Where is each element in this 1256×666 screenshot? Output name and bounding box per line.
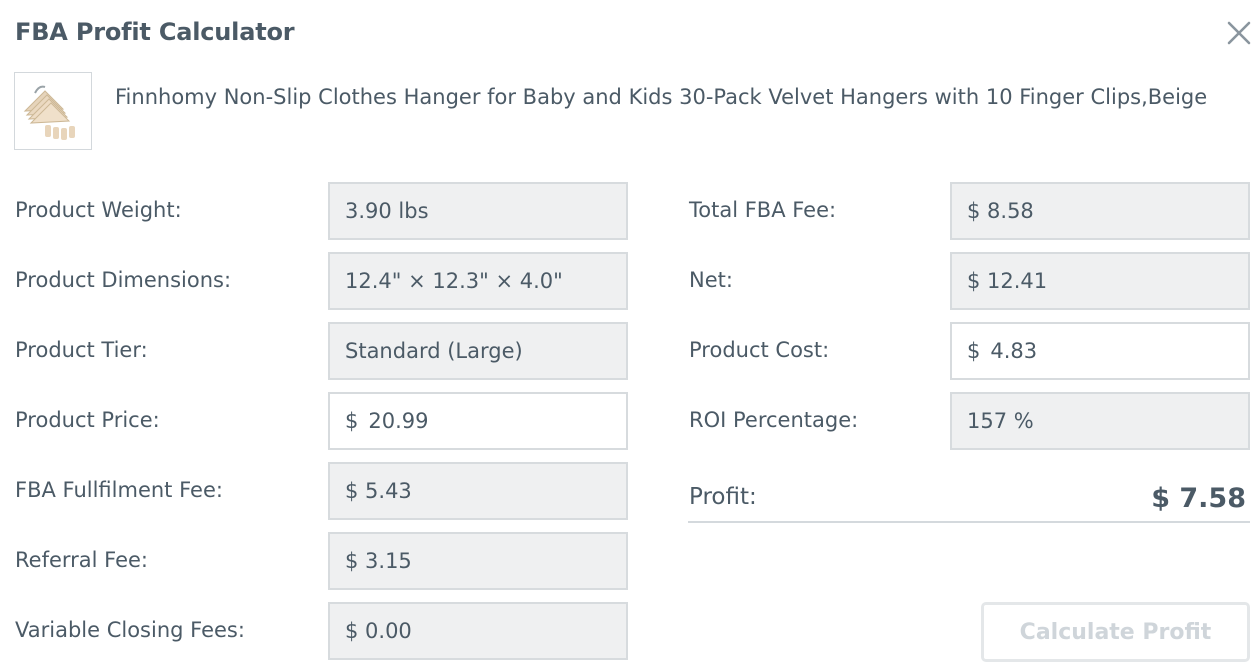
- product-cost-value[interactable]: 4.83: [990, 339, 1037, 363]
- profit-value: $ 7.58: [1151, 483, 1246, 514]
- fba-fulfilment-fee-field: $ 5.43: [328, 462, 628, 520]
- close-button[interactable]: [1226, 20, 1252, 46]
- referral-fee-field: $ 3.15: [328, 532, 628, 590]
- product-thumbnail[interactable]: [14, 72, 92, 150]
- roi-percentage-field: 157 %: [950, 392, 1250, 450]
- fba-fulfilment-fee-label: FBA Fullfilment Fee:: [15, 478, 223, 502]
- product-price-label: Product Price:: [15, 408, 160, 432]
- close-icon: [1227, 21, 1251, 45]
- currency-symbol: $: [967, 339, 981, 363]
- profit-label: Profit:: [689, 484, 757, 510]
- variable-closing-fees-field: $ 0.00: [328, 602, 628, 660]
- product-price-value[interactable]: 20.99: [368, 409, 428, 433]
- product-weight-value: 3.90 lbs: [345, 199, 429, 223]
- product-cost-label: Product Cost:: [689, 338, 830, 362]
- variable-closing-fees-label: Variable Closing Fees:: [15, 618, 245, 642]
- product-weight-field: 3.90 lbs: [328, 182, 628, 240]
- product-dimensions-value: 12.4" × 12.3" × 4.0": [345, 269, 563, 293]
- referral-fee-value: $ 3.15: [345, 549, 412, 573]
- product-tier-label: Product Tier:: [15, 338, 148, 362]
- fba-fulfilment-fee-value: $ 5.43: [345, 479, 412, 503]
- total-fba-fee-value: $ 8.58: [967, 199, 1034, 223]
- net-label: Net:: [689, 268, 733, 292]
- product-cost-input[interactable]: $ 4.83: [950, 322, 1250, 380]
- hanger-product-image: [15, 73, 91, 149]
- profit-divider: [688, 521, 1250, 523]
- total-fba-fee-field: $ 8.58: [950, 182, 1250, 240]
- roi-percentage-value: 157 %: [967, 409, 1034, 433]
- product-weight-label: Product Weight:: [15, 198, 182, 222]
- product-title: Finnhomy Non-Slip Clothes Hanger for Bab…: [115, 85, 1208, 109]
- product-dimensions-field: 12.4" × 12.3" × 4.0": [328, 252, 628, 310]
- roi-percentage-label: ROI Percentage:: [689, 408, 859, 432]
- product-tier-field: Standard (Large): [328, 322, 628, 380]
- dialog-title: FBA Profit Calculator: [15, 18, 295, 46]
- net-field: $ 12.41: [950, 252, 1250, 310]
- variable-closing-fees-value: $ 0.00: [345, 619, 412, 643]
- currency-symbol: $: [345, 409, 359, 433]
- product-dimensions-label: Product Dimensions:: [15, 268, 232, 292]
- product-tier-value: Standard (Large): [345, 339, 523, 363]
- calculate-profit-button[interactable]: Calculate Profit: [981, 602, 1250, 662]
- net-value: $ 12.41: [967, 269, 1048, 293]
- product-price-input[interactable]: $ 20.99: [328, 392, 628, 450]
- total-fba-fee-label: Total FBA Fee:: [689, 198, 837, 222]
- referral-fee-label: Referral Fee:: [15, 548, 149, 572]
